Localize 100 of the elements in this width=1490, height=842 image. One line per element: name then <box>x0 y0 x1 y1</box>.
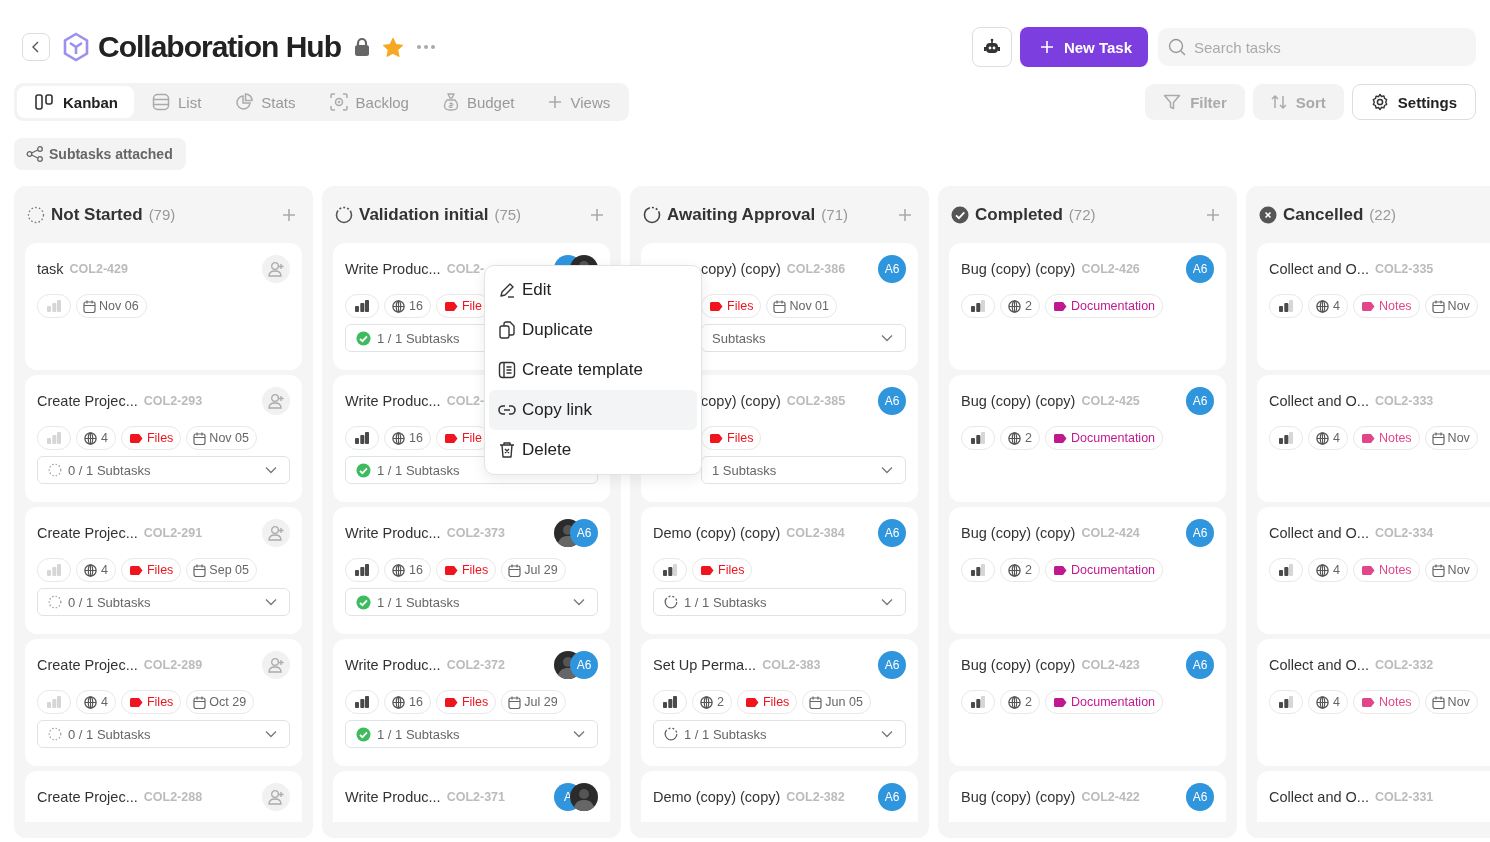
subtasks-dropdown[interactable]: 1 / 1 Subtasks <box>653 588 906 616</box>
assign-button[interactable] <box>262 255 290 283</box>
template-icon <box>498 361 516 379</box>
task-id: COL2-422 <box>1081 790 1140 804</box>
column-title: Validation initial <box>359 204 489 225</box>
column-count: (72) <box>1068 206 1096 223</box>
task-id: COL2-289 <box>143 658 203 672</box>
subtasks-dropdown[interactable]: Subtasks <box>701 324 906 352</box>
plus-icon <box>590 207 604 222</box>
card-title: Bug (copy) (copy) <box>961 261 1076 277</box>
plus-icon <box>1039 40 1054 54</box>
calendar-icon <box>83 299 96 313</box>
task-id: COL2-371 <box>446 790 505 804</box>
globe-icon <box>700 695 713 709</box>
assign-button[interactable] <box>262 387 290 415</box>
column-count: (22) <box>1369 206 1396 223</box>
globe-icon <box>1008 299 1021 313</box>
subtasks-dropdown[interactable]: 1 Subtasks <box>701 456 906 484</box>
add-user-icon <box>267 657 285 673</box>
card-title: Bug (copy) (copy) <box>961 789 1076 805</box>
priority-bars-icon <box>47 696 61 708</box>
new-task-button[interactable]: New Task <box>1019 27 1148 67</box>
globe-icon <box>84 563 97 577</box>
column-title: Awaiting Approval <box>667 204 816 225</box>
avatar: A6 <box>570 651 598 679</box>
avatar: A6 <box>878 387 906 415</box>
assign-button[interactable] <box>262 519 290 547</box>
task-id: COL2-293 <box>143 394 203 408</box>
task-id: COL2- <box>446 262 485 276</box>
filter-chip[interactable]: Subtasks attached <box>14 138 186 170</box>
card-title: Create Projec... <box>37 525 138 541</box>
avatar <box>570 783 598 811</box>
column-count: (71) <box>821 206 848 223</box>
task-id: COL2-333 <box>1374 394 1434 408</box>
avatar: A6 <box>570 519 598 547</box>
subtasks-dropdown[interactable]: 0 / 1 Subtasks <box>37 720 290 748</box>
trash-icon <box>498 441 516 459</box>
globe-icon <box>84 431 97 445</box>
task-id: COL2-332 <box>1374 658 1434 672</box>
globe-icon <box>1008 695 1021 709</box>
subtasks-dropdown[interactable]: 0 / 1 Subtasks <box>37 456 290 484</box>
card-title: Create Projec... <box>37 789 138 805</box>
globe-icon <box>1316 299 1329 313</box>
chevron-down-icon <box>265 598 277 606</box>
card-title: Create Projec... <box>37 657 138 673</box>
funnel-icon <box>1163 94 1182 110</box>
back-button[interactable] <box>22 33 50 61</box>
card-title: copy) (copy) <box>701 261 781 277</box>
avatar: A6 <box>878 519 906 547</box>
globe-icon <box>392 563 405 577</box>
card-title: Write Produc... <box>345 789 441 805</box>
pie-chart-icon <box>235 93 254 111</box>
priority-bars-icon <box>47 300 61 312</box>
add-user-icon <box>267 525 285 541</box>
menu-item[interactable]: Copy link <box>489 390 697 430</box>
priority-bars-icon <box>47 564 61 576</box>
robot-button[interactable] <box>971 27 1012 67</box>
search-field[interactable]: Search tasks <box>1158 28 1476 66</box>
globe-icon <box>1316 563 1329 577</box>
settings-icon <box>1370 93 1389 111</box>
globe-icon <box>392 431 405 445</box>
task-id: COL2-383 <box>762 658 821 672</box>
calendar-icon <box>1431 431 1445 445</box>
assign-button[interactable] <box>262 783 290 811</box>
add-user-icon <box>267 789 285 805</box>
copy-icon <box>498 321 516 339</box>
view-tab[interactable]: Kanban <box>17 86 134 118</box>
column-title: Cancelled <box>1283 204 1364 225</box>
card-title: Collect and O... <box>1269 525 1369 541</box>
subtasks-dropdown[interactable]: 1 / 1 Subtasks <box>345 588 598 616</box>
task-id: COL2-426 <box>1081 262 1140 276</box>
task-id: COL2-382 <box>786 790 845 804</box>
column-title: Completed <box>975 204 1063 225</box>
search-icon <box>1168 38 1186 56</box>
card-title: Set Up Perma... <box>653 657 757 673</box>
list-icon <box>152 93 170 111</box>
task-id: COL2-384 <box>786 526 845 540</box>
card-title: Create Projec... <box>37 393 138 409</box>
avatar: A6 <box>1186 519 1214 547</box>
avatar: A6 <box>1186 255 1214 283</box>
subtasks-dropdown[interactable]: 1 / 1 Subtasks <box>345 720 598 748</box>
pencil-icon <box>498 281 516 299</box>
chevron-down-icon <box>265 730 277 738</box>
globe-icon <box>1008 431 1021 445</box>
subtasks-dropdown[interactable]: 1 / 1 Subtasks <box>653 720 906 748</box>
card-title: Collect and O... <box>1269 261 1369 277</box>
robot-icon <box>982 38 1001 56</box>
settings-button[interactable]: Settings <box>1351 84 1476 120</box>
calendar-icon <box>1431 299 1445 313</box>
assign-button[interactable] <box>262 651 290 679</box>
chevron-down-icon <box>881 730 893 738</box>
menu-item[interactable]: Create template <box>489 350 697 390</box>
task-id: COL2-423 <box>1081 658 1140 672</box>
task-id: COL2-385 <box>786 394 846 408</box>
card-title: Demo (copy) (copy) <box>653 789 781 805</box>
task-id: COL2-386 <box>786 262 846 276</box>
menu-item[interactable]: Edit <box>489 270 697 310</box>
column-title: Not Started <box>51 204 143 225</box>
subtasks-dropdown[interactable]: 0 / 1 Subtasks <box>37 588 290 616</box>
chevron-down-icon <box>573 598 585 606</box>
